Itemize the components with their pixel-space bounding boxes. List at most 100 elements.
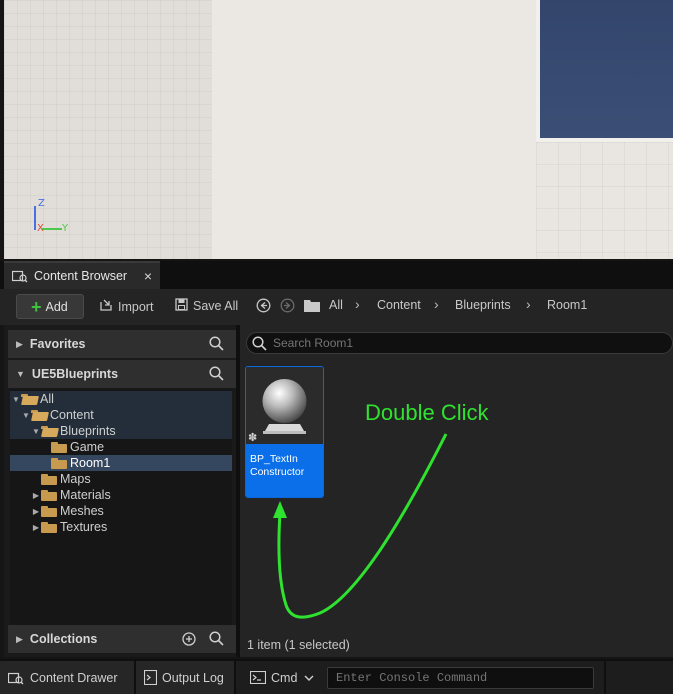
breadcrumb-all[interactable]: All <box>329 298 343 312</box>
breadcrumb-blueprints[interactable]: Blueprints <box>455 298 511 312</box>
expand-right-icon: ▶ <box>32 522 40 532</box>
add-collection-icon[interactable] <box>182 632 196 649</box>
expand-right-icon: ▶ <box>16 633 23 644</box>
output-log-label: Output Log <box>162 670 224 685</box>
collections-label: Collections <box>29 632 98 646</box>
folder-icon <box>41 505 57 517</box>
asset-count-status: 1 item (1 selected) <box>247 638 350 652</box>
tree-item-all[interactable]: ▼ All <box>10 391 232 407</box>
project-header[interactable]: ▼ UE5Blueprints <box>8 360 236 388</box>
output-log-button[interactable]: Output Log <box>136 661 234 694</box>
panel-tab-bar: Content Browser × <box>0 261 673 289</box>
tree-item-label: All <box>40 392 54 406</box>
folder-icon <box>41 473 57 485</box>
expand-down-icon: ▼ <box>32 426 40 436</box>
import-button-label: Import <box>118 299 154 314</box>
axis-y-line <box>42 228 62 230</box>
axis-z-label: Z <box>38 198 45 209</box>
tree-item-content[interactable]: ▼ Content <box>10 407 232 423</box>
search-icon[interactable] <box>209 366 224 384</box>
tab-content-browser-label: Content Browser <box>34 269 128 283</box>
search-icon[interactable] <box>209 631 224 649</box>
back-icon[interactable] <box>256 298 271 316</box>
import-button[interactable]: Import <box>99 298 153 315</box>
add-button-label: Add <box>45 299 68 314</box>
viewport-window-glass <box>540 0 673 138</box>
content-browser-icon <box>7 671 24 685</box>
axis-gizmo: Z X Y <box>32 198 82 238</box>
folder-open-icon <box>21 393 37 405</box>
breadcrumb-separator-icon: › <box>434 296 439 312</box>
tree-item-meshes[interactable]: ▶ Meshes <box>10 503 232 519</box>
tree-item-materials[interactable]: ▶ Materials <box>10 487 232 503</box>
tree-item-textures[interactable]: ▶ Textures <box>10 519 232 535</box>
folder-tree: ▼ All ▼ Content ▼ Blueprints Game Room1 … <box>10 389 232 625</box>
plus-icon: + <box>31 296 42 317</box>
axis-z-line <box>34 206 36 230</box>
folder-browse-icon[interactable] <box>304 299 320 315</box>
folder-icon <box>41 489 57 501</box>
expand-right-icon: ▶ <box>16 338 23 349</box>
folder-icon <box>41 521 57 533</box>
close-icon[interactable]: × <box>144 268 152 284</box>
favorites-header[interactable]: ▶ Favorites <box>8 330 236 358</box>
folder-open-icon <box>31 409 47 421</box>
tree-item-label: Materials <box>60 488 111 502</box>
folder-icon <box>51 441 67 453</box>
terminal-icon <box>249 670 267 685</box>
content-drawer-button[interactable]: Content Drawer <box>0 661 134 694</box>
content-browser-icon <box>11 269 28 283</box>
annotation-arrow-icon <box>273 433 448 619</box>
expand-right-icon: ▶ <box>32 490 40 500</box>
expand-right-icon: ▶ <box>32 506 40 516</box>
tree-item-maps[interactable]: Maps <box>10 471 232 487</box>
axis-y-label: Y <box>62 223 69 234</box>
tree-item-room1[interactable]: Room1 <box>10 455 232 471</box>
save-all-button-label: Save All <box>193 299 239 313</box>
expand-down-icon: ▼ <box>16 369 25 379</box>
viewport-wall-right <box>536 142 673 259</box>
tree-item-label: Maps <box>60 472 91 486</box>
folder-open-icon <box>41 425 57 437</box>
tree-item-label: Blueprints <box>60 424 116 438</box>
breadcrumb-separator-icon: › <box>355 296 360 312</box>
collections-header[interactable]: ▶ Collections <box>8 625 236 653</box>
search-icon[interactable] <box>209 336 224 354</box>
sources-panel: ▶ Favorites ▼ UE5Blueprints ▼ All ▼ Cont… <box>4 325 236 657</box>
save-icon <box>175 298 188 314</box>
project-label: UE5Blueprints <box>31 367 119 381</box>
content-browser-toolbar: + Add Import Save All All › Content › Bl… <box>0 289 673 325</box>
breadcrumb-separator-icon: › <box>526 296 531 312</box>
import-icon <box>99 298 113 315</box>
status-bar-divider <box>604 661 606 694</box>
forward-icon[interactable] <box>280 298 295 316</box>
level-viewport[interactable]: Z X Y <box>4 0 673 259</box>
cmd-dropdown[interactable]: Cmd <box>236 661 320 694</box>
tree-item-label: Meshes <box>60 504 104 518</box>
breadcrumb-content[interactable]: Content <box>377 298 421 312</box>
tree-item-blueprints[interactable]: ▼ Blueprints <box>10 423 232 439</box>
tree-item-label: Textures <box>60 520 108 534</box>
add-button[interactable]: + Add <box>16 294 84 319</box>
viewport-wall-middle <box>212 0 538 259</box>
tree-item-label: Game <box>70 440 105 454</box>
console-command-input[interactable] <box>336 671 586 685</box>
save-all-button[interactable]: Save All <box>175 298 238 314</box>
expand-down-icon: ▼ <box>22 410 30 420</box>
axis-x-label: X <box>37 223 44 234</box>
favorites-label: Favorites <box>29 337 86 351</box>
console-command-box[interactable] <box>327 667 594 689</box>
status-bar: Content Drawer Output Log Cmd <box>0 659 673 694</box>
tree-item-game[interactable]: Game <box>10 439 232 455</box>
cmd-label: Cmd <box>271 670 298 685</box>
tree-item-label: Content <box>50 408 94 422</box>
expand-down-icon: ▼ <box>12 394 20 404</box>
tree-item-label: Room1 <box>70 456 111 470</box>
tab-content-browser[interactable]: Content Browser × <box>4 261 160 289</box>
breadcrumb-room1[interactable]: Room1 <box>547 298 587 312</box>
content-drawer-label: Content Drawer <box>30 670 118 685</box>
chevron-down-icon <box>304 671 314 685</box>
asset-view: ✽ BP_TextIn Constructor Double Click 1 i… <box>240 325 673 657</box>
output-log-icon <box>143 669 158 686</box>
folder-icon <box>51 457 67 469</box>
